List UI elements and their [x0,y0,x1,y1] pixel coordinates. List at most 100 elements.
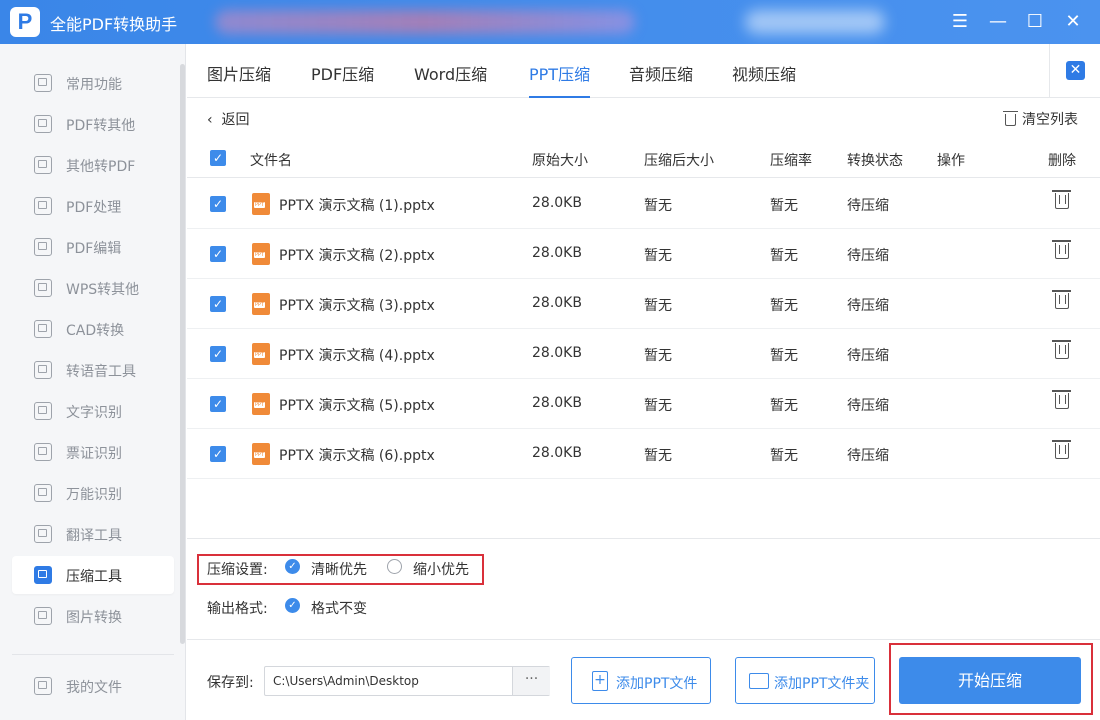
tab-bar: 图片压缩 PDF压缩 Word压缩 PPT压缩 音频压缩 视频压缩 ✕ [187,44,1100,98]
header-compressed-size: 压缩后大小 [644,153,714,169]
delete-row-icon[interactable] [1052,440,1071,459]
browse-button[interactable]: ··· [512,667,550,695]
table-row[interactable]: ✓ PPTX 演示文稿 (4).pptx 28.0KB 暂无 暂无 待压缩 [187,329,1100,379]
output-format-label: 输出格式: [207,601,268,617]
sidebar-item-label: PDF处理 [66,200,122,216]
save-path-input[interactable]: C:\Users\Admin\Desktop ··· [264,666,550,696]
sidebar-item[interactable]: 其他转PDF [12,146,174,184]
row-status: 待压缩 [847,448,889,464]
row-original-size: 28.0KB [532,245,582,261]
sidebar-item[interactable]: 翻译工具 [12,515,174,553]
sidebar-scrollbar[interactable] [180,64,185,644]
row-checkbox[interactable]: ✓ [210,346,226,362]
row-ratio: 暂无 [770,398,798,414]
sidebar-item[interactable]: CAD转换 [12,310,174,348]
sidebar-item-label: 常用功能 [66,77,122,93]
radio-clear-priority[interactable]: ✓ [285,559,300,574]
radio-keep-format[interactable]: ✓ [285,598,300,613]
radio-keep-format-label[interactable]: 格式不变 [311,598,367,618]
sidebar-item-icon [34,156,52,174]
tab-image-compress[interactable]: 图片压缩 [207,61,271,98]
row-filename: PPTX 演示文稿 (1).pptx [279,198,435,214]
sidebar-item-label: CAD转换 [66,323,125,339]
maximize-icon[interactable]: ☐ [1023,10,1047,34]
delete-row-icon[interactable] [1052,340,1071,359]
sidebar-item[interactable]: 图片转换 [12,597,174,635]
table-row[interactable]: ✓ PPTX 演示文稿 (2).pptx 28.0KB 暂无 暂无 待压缩 [187,229,1100,279]
sidebar-item[interactable]: PDF处理 [12,187,174,225]
sidebar-item-icon [34,115,52,133]
sidebar-item[interactable]: 万能识别 [12,474,174,512]
radio-small-priority[interactable] [387,559,402,574]
folder-icon [34,677,52,695]
row-checkbox[interactable]: ✓ [210,446,226,462]
header-status: 转换状态 [847,153,903,169]
sidebar-item-icon [34,402,52,420]
sidebar-item[interactable]: WPS转其他 [12,269,174,307]
minimize-icon[interactable]: — [986,10,1010,34]
header-ratio: 压缩率 [770,153,812,169]
close-panel-area: ✕ [1049,44,1100,98]
clear-list-button[interactable]: 清空列表 [1003,109,1078,129]
radio-small-priority-label[interactable]: 缩小优先 [413,559,469,579]
row-checkbox[interactable]: ✓ [210,246,226,262]
close-icon[interactable]: ✕ [1061,10,1085,34]
table-header: ✓ 文件名 原始大小 压缩后大小 压缩率 转换状态 操作 删除 [187,138,1100,178]
blurred-banner-2 [745,10,885,34]
sidebar-item-icon [34,607,52,625]
sidebar-item-label: 文字识别 [66,405,122,421]
sidebar-item[interactable]: 转语音工具 [12,351,174,389]
tab-video-compress[interactable]: 视频压缩 [732,61,796,98]
tab-word-compress[interactable]: Word压缩 [414,61,487,98]
table-row[interactable]: ✓ PPTX 演示文稿 (1).pptx 28.0KB 暂无 暂无 待压缩 [187,179,1100,229]
delete-row-icon[interactable] [1052,390,1071,409]
sidebar-item-my-files[interactable]: 我的文件 [12,667,174,705]
back-button[interactable]: ‹ 返回 [207,109,250,129]
sidebar-item-icon [34,320,52,338]
compress-setting-label: 压缩设置: [207,562,268,578]
add-ppt-folder-button[interactable]: 添加PPT文件夹 [735,657,875,704]
tab-audio-compress[interactable]: 音频压缩 [629,61,693,98]
sidebar-item[interactable]: PDF编辑 [12,228,174,266]
table-row[interactable]: ✓ PPTX 演示文稿 (5).pptx 28.0KB 暂无 暂无 待压缩 [187,379,1100,429]
sidebar-item[interactable]: 常用功能 [12,64,174,102]
delete-row-icon[interactable] [1052,290,1071,309]
row-checkbox[interactable]: ✓ [210,296,226,312]
ppt-file-icon [252,393,270,415]
row-filename: PPTX 演示文稿 (5).pptx [279,398,435,414]
sidebar-item[interactable]: PDF转其他 [12,105,174,143]
add-file-icon: + [592,671,608,691]
sidebar-item-icon [34,279,52,297]
row-checkbox[interactable]: ✓ [210,396,226,412]
close-panel-icon[interactable]: ✕ [1066,61,1085,80]
sidebar-item-icon [34,74,52,92]
sidebar-item-label: 图片转换 [66,610,122,626]
table-row[interactable]: ✓ PPTX 演示文稿 (6).pptx 28.0KB 暂无 暂无 待压缩 [187,429,1100,479]
delete-row-icon[interactable] [1052,190,1071,209]
row-original-size: 28.0KB [532,445,582,461]
sidebar-item[interactable]: 压缩工具 [12,556,174,594]
sidebar-item-label: 其他转PDF [66,159,136,175]
sidebar-item-label: 票证识别 [66,446,122,462]
sidebar-item-label: 转语音工具 [66,364,136,380]
ppt-file-icon [252,443,270,465]
row-compressed-size: 暂无 [644,298,672,314]
delete-row-icon[interactable] [1052,240,1071,259]
sidebar-item-label: WPS转其他 [66,282,140,298]
header-original-size: 原始大小 [532,153,588,169]
settings-area [187,538,1100,638]
table-row[interactable]: ✓ PPTX 演示文稿 (3).pptx 28.0KB 暂无 暂无 待压缩 [187,279,1100,329]
menu-icon[interactable]: ☰ [948,10,972,34]
sidebar-item[interactable]: 票证识别 [12,433,174,471]
add-ppt-file-button[interactable]: + 添加PPT文件 [571,657,711,704]
row-status: 待压缩 [847,248,889,264]
row-compressed-size: 暂无 [644,348,672,364]
sidebar-item[interactable]: 文字识别 [12,392,174,430]
row-compressed-size: 暂无 [644,398,672,414]
select-all-checkbox[interactable]: ✓ [210,150,226,166]
row-original-size: 28.0KB [532,345,582,361]
tab-ppt-compress[interactable]: PPT压缩 [529,61,591,98]
radio-clear-priority-label[interactable]: 清晰优先 [311,559,367,579]
tab-pdf-compress[interactable]: PDF压缩 [311,61,374,98]
row-checkbox[interactable]: ✓ [210,196,226,212]
